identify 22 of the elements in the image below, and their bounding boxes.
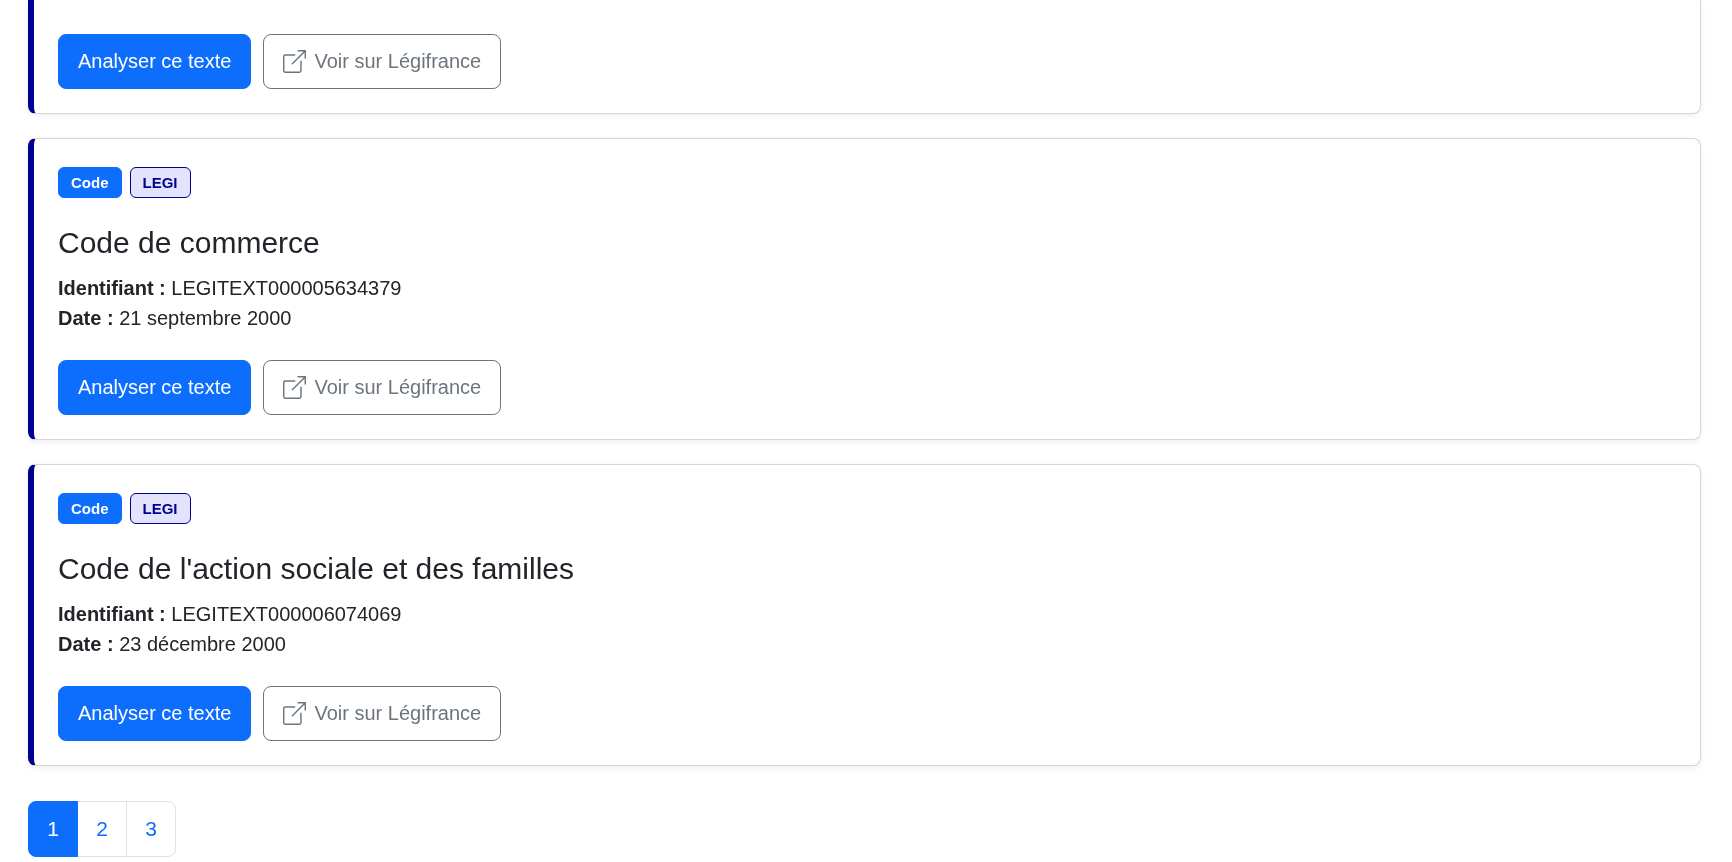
metadata-text: Identifiant : LEGITEXT000006074069 bbox=[58, 602, 403, 627]
legifrance-link-button[interactable]: Voir sur Légifrance bbox=[263, 360, 502, 415]
category-tag: Code bbox=[58, 167, 122, 198]
analyze-button[interactable]: Analyser ce texte bbox=[58, 686, 252, 741]
document-title: Code de commerce bbox=[58, 225, 321, 261]
metadata-text: Date : 23 décembre 2000 bbox=[58, 632, 287, 657]
page-button[interactable]: 2 bbox=[77, 801, 127, 857]
document-title: Code de l'action sociale et des familles bbox=[58, 551, 575, 587]
page-button[interactable]: 3 bbox=[126, 801, 176, 857]
external-link-icon bbox=[283, 50, 307, 73]
metadata-text: Date : 21 septembre 2000 bbox=[58, 306, 293, 331]
source-tag: LEGI bbox=[129, 493, 191, 524]
category-tag: Code bbox=[58, 493, 122, 524]
metadata-text: Identifiant : LEGITEXT000005634379 bbox=[58, 276, 403, 301]
analyze-button[interactable]: Analyser ce texte bbox=[58, 34, 252, 89]
legifrance-link-button[interactable]: Voir sur Légifrance bbox=[263, 686, 502, 741]
external-link-icon bbox=[283, 702, 307, 725]
legifrance-link-button[interactable]: Voir sur Légifrance bbox=[263, 34, 502, 89]
external-link-icon bbox=[283, 376, 307, 399]
source-tag: LEGI bbox=[129, 167, 191, 198]
page-button[interactable]: 1 bbox=[28, 801, 78, 857]
analyze-button[interactable]: Analyser ce texte bbox=[58, 360, 252, 415]
